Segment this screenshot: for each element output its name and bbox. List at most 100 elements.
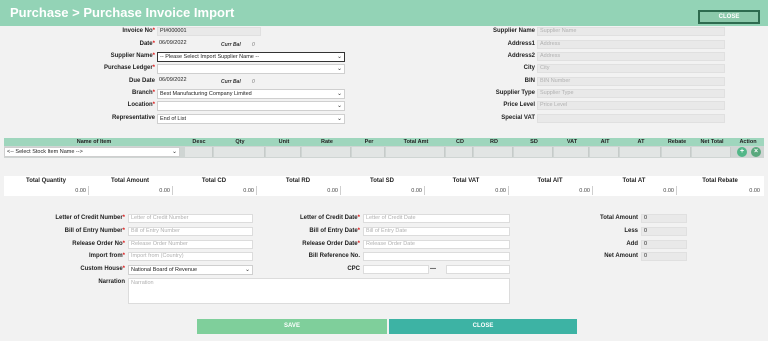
close-button[interactable]: CLOSE: [389, 319, 577, 334]
total-sd-value: 0.00: [411, 188, 422, 194]
col-at: AT: [637, 139, 645, 145]
col-cd: CD: [456, 139, 464, 145]
sd-cell[interactable]: [514, 147, 553, 157]
cpc-separator: —: [430, 266, 436, 272]
branch-label: Branch*: [131, 90, 155, 96]
lc-number-field[interactable]: Letter of Credit Number: [128, 214, 253, 223]
date-label: Date*: [139, 41, 155, 47]
net-total-cell[interactable]: [692, 147, 731, 157]
col-unit: Unit: [278, 139, 290, 145]
narration-label: Narration: [98, 279, 125, 285]
due-date-label: Due Date: [128, 78, 155, 84]
release-order-no-label: Release Order No*: [72, 241, 125, 247]
stock-item-select-value: <-- Select Stock Item Name -->: [7, 149, 83, 155]
col-vat: VAT: [566, 139, 578, 145]
supplier-type-label: Supplier Type: [495, 90, 535, 96]
save-button[interactable]: SAVE: [197, 319, 387, 334]
rebate-cell[interactable]: [662, 147, 691, 157]
boe-number-field[interactable]: Bill of Entry Number: [128, 227, 253, 236]
representative-select-value: End of List: [160, 116, 186, 122]
remove-row-icon[interactable]: ×: [751, 147, 761, 157]
special-vat-label: Special VAT: [501, 115, 535, 121]
rd-cell[interactable]: [474, 147, 513, 157]
rate-cell[interactable]: [302, 147, 351, 157]
address1-label: Address1: [507, 41, 535, 47]
price-level-field[interactable]: Price Level: [537, 101, 725, 110]
title-bar: Purchase > Purchase Invoice Import CLOSE: [0, 0, 768, 26]
cpc-field-2[interactable]: [446, 265, 510, 274]
custom-house-select[interactable]: National Board of Revenue ⌄: [128, 265, 253, 275]
branch-select[interactable]: Best Manufacturing Company Limited ⌄: [157, 89, 345, 99]
cd-cell[interactable]: [446, 147, 473, 157]
less-field[interactable]: 0: [641, 227, 687, 236]
import-from-label: Import from*: [88, 253, 125, 259]
col-name-of-item: Name of Item: [76, 139, 112, 145]
boe-date-field[interactable]: Bill of Entry Date: [363, 227, 510, 236]
release-order-no-field[interactable]: Release Order Number: [128, 240, 253, 249]
vat-cell[interactable]: [554, 147, 589, 157]
invoice-no-field[interactable]: PI#000001: [157, 27, 261, 36]
invoice-no-label: Invoice No*: [122, 28, 155, 34]
total-at-header: Total AT: [622, 178, 646, 184]
purchase-ledger-label: Purchase Ledger*: [103, 65, 155, 71]
net-amount-label: Net Amount: [604, 253, 638, 259]
address1-field[interactable]: Address: [537, 40, 725, 49]
representative-select[interactable]: End of List ⌄: [157, 114, 345, 124]
total-cd-header: Total CD: [201, 178, 227, 184]
main-panel: Invoice No* PI#000001 Date* 06/09/2022 C…: [0, 26, 768, 341]
total-amount-header: Total Amount: [111, 178, 149, 184]
chevron-down-icon: ⌄: [336, 91, 342, 97]
col-net-total: Net Total: [700, 139, 724, 145]
city-field[interactable]: City: [537, 64, 725, 73]
col-rate: Rate: [321, 139, 333, 145]
chevron-down-icon: ⌄: [244, 267, 250, 273]
add-row-icon[interactable]: +: [737, 147, 747, 157]
lc-date-field[interactable]: Letter of Credit Date: [363, 214, 510, 223]
ait-cell[interactable]: [590, 147, 619, 157]
cpc-field-1[interactable]: [363, 265, 429, 274]
address2-field[interactable]: Address: [537, 52, 725, 61]
branch-select-value: Best Manufacturing Company Limited: [160, 91, 252, 97]
supplier-name-select[interactable]: -- Please Select Import Supplier Name --…: [157, 52, 345, 62]
desc-cell[interactable]: [185, 147, 213, 157]
qty-cell[interactable]: [214, 147, 265, 157]
per-cell[interactable]: [352, 147, 385, 157]
total-amt-cell[interactable]: [386, 147, 445, 157]
release-order-date-label: Release Order Date*: [302, 241, 360, 247]
chevron-down-icon: ⌄: [171, 149, 177, 155]
col-sd: SD: [530, 139, 538, 145]
lc-number-label: Letter of Credit Number*: [55, 215, 125, 221]
location-select[interactable]: ⌄: [157, 101, 345, 111]
total-sd-header: Total SD: [370, 178, 394, 184]
cpc-label: CPC: [347, 266, 360, 272]
total-amount-value: 0.00: [159, 188, 170, 194]
narration-textarea[interactable]: Narration: [128, 278, 510, 304]
release-order-date-field[interactable]: Release Order Date: [363, 240, 510, 249]
chevron-down-icon: ⌄: [336, 66, 342, 72]
address2-label: Address2: [507, 53, 535, 59]
chevron-down-icon: ⌄: [336, 116, 342, 122]
unit-cell[interactable]: [266, 147, 301, 157]
chevron-down-icon: ⌄: [336, 103, 342, 109]
import-from-field[interactable]: Import from (Country): [128, 252, 253, 261]
total-cd-value: 0.00: [243, 188, 254, 194]
net-amount-field: 0: [641, 252, 687, 261]
close-button-top[interactable]: CLOSE: [698, 10, 760, 24]
bill-ref-field[interactable]: [363, 252, 510, 261]
add-field[interactable]: 0: [641, 240, 687, 249]
stock-item-select[interactable]: <-- Select Stock Item Name --> ⌄: [4, 147, 180, 157]
col-desc: Desc: [192, 139, 206, 145]
total-ait-value: 0.00: [579, 188, 590, 194]
right-supplier-name-field[interactable]: Supplier Name: [537, 27, 725, 36]
add-label: Add: [626, 241, 638, 247]
custom-house-select-value: National Board of Revenue: [131, 267, 198, 273]
at-cell[interactable]: [620, 147, 661, 157]
special-vat-field[interactable]: [537, 114, 725, 123]
total-vat-value: 0.00: [495, 188, 506, 194]
supplier-type-field[interactable]: Supplier Type: [537, 89, 725, 98]
bin-field[interactable]: BIN Number: [537, 77, 725, 86]
purchase-ledger-select[interactable]: ⌄: [157, 64, 345, 74]
col-ait: AIT: [600, 139, 610, 145]
date-field[interactable]: 06/09/2022: [157, 40, 261, 49]
due-date-field[interactable]: 06/09/2022: [157, 77, 217, 86]
